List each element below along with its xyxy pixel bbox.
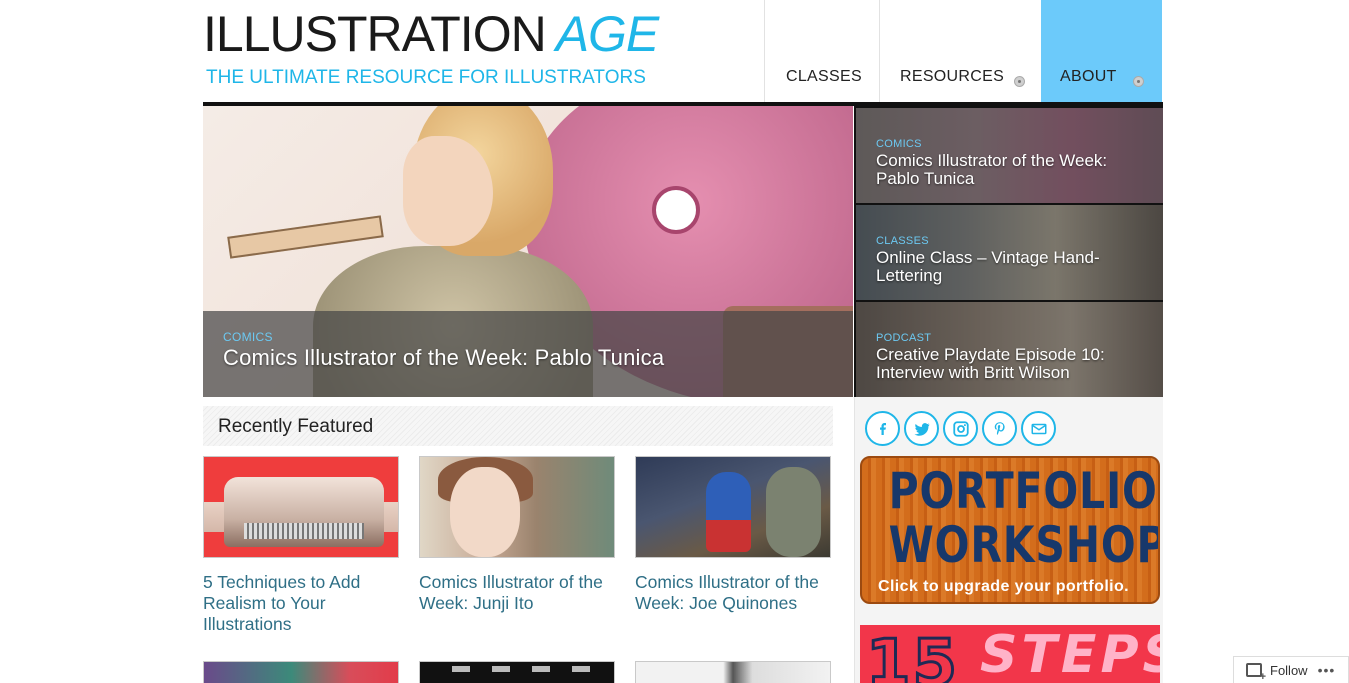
more-options-icon[interactable]: ••• [1318,662,1336,678]
facebook-icon[interactable] [865,411,900,446]
slide-title: Creative Playdate Episode 10: Interview … [876,345,1105,382]
nav-item-classes[interactable]: CLASSES [764,0,879,102]
article-thumbnail[interactable] [635,456,831,558]
social-links [865,411,1056,446]
hero-caption: COMICS Comics Illustrator of the Week: P… [203,311,853,397]
nav-item-resources[interactable]: RESOURCES [879,0,1041,102]
follow-widget[interactable]: Follow ••• [1233,656,1349,683]
recently-featured-heading: Recently Featured [203,406,833,446]
article-title-link[interactable]: 5 Techniques to Add Realism to Your Illu… [203,572,399,635]
article-thumbnail[interactable] [419,456,615,558]
nav-label-about: ABOUT [1060,68,1117,85]
dropdown-indicator-icon [1133,76,1144,87]
article-thumbnail[interactable] [203,661,399,683]
thumbnail-villain-shape [766,467,821,557]
section-title: Recently Featured [218,416,374,437]
dropdown-indicator-icon [1014,76,1025,87]
featured-slide-list: COMICS Comics Illustrator of the Week: P… [854,106,1163,397]
nav-item-about[interactable]: ABOUT [1041,0,1162,102]
ad-word: STEPS [980,625,1160,683]
hero-illustration-eye [652,186,700,234]
thumbnail-face-shape [450,467,520,557]
site-logo[interactable]: ILLUSTRATION AGE [203,6,723,62]
slide-item[interactable]: PODCAST Creative Playdate Episode 10: In… [856,302,1163,397]
slide-category: PODCAST [876,332,932,344]
instagram-icon[interactable] [943,411,978,446]
twitter-icon[interactable] [904,411,939,446]
logo-word-age: AGE [555,6,660,62]
main-nav: CLASSES RESOURCES ABOUT [764,0,1162,102]
article-card[interactable]: Comics Illustrator of the Week: Joe Quin… [635,456,831,614]
slide-category: COMICS [876,138,922,150]
slide-category: CLASSES [876,235,929,247]
hero-feature[interactable]: COMICS Comics Illustrator of the Week: P… [203,106,853,397]
hero-title[interactable]: Comics Illustrator of the Week: Pablo Tu… [223,345,664,371]
article-thumbnail[interactable] [419,661,615,683]
follow-label: Follow [1270,662,1308,678]
thumbnail-grille-shape [244,523,364,539]
ad-line-workshop: WORKSHOP [888,516,1160,574]
ad-number: 15 [864,626,960,683]
site-tagline: THE ULTIMATE RESOURCE FOR ILLUSTRATORS [206,67,646,88]
hero-illustration-face [403,136,493,246]
pinterest-icon[interactable] [982,411,1017,446]
reader-follow-icon [1246,663,1266,683]
nav-label-resources: RESOURCES [900,68,1005,85]
nav-label-classes: CLASSES [786,68,862,85]
thumbnail-lights [430,666,610,672]
article-thumbnail[interactable] [203,456,399,558]
slide-item[interactable]: CLASSES Online Class – Vintage Hand-Lett… [856,205,1163,300]
slide-title: Comics Illustrator of the Week: Pablo Tu… [876,151,1108,188]
email-icon[interactable] [1021,411,1056,446]
hero-category[interactable]: COMICS [223,330,273,344]
ad-line-portfolio: PORTFOLIO [888,462,1158,520]
article-title-link[interactable]: Comics Illustrator of the Week: Junji It… [419,572,615,614]
hero-illustration-phone [227,215,384,259]
thumbnail-superhero-shape [706,472,751,552]
fifteen-steps-ad[interactable]: 15 STEPS [860,625,1160,683]
slide-item[interactable]: COMICS Comics Illustrator of the Week: P… [856,108,1163,203]
article-thumbnail[interactable] [635,661,831,683]
article-card[interactable]: Comics Illustrator of the Week: Junji It… [419,456,615,614]
portfolio-workshop-ad[interactable]: PORTFOLIO WORKSHOP Click to upgrade your… [860,456,1160,604]
page: ILLUSTRATION AGE THE ULTIMATE RESOURCE FO… [0,0,1349,683]
logo-word-illustration: ILLUSTRATION [203,6,547,62]
article-card[interactable]: 5 Techniques to Add Realism to Your Illu… [203,456,399,635]
ad-cta-text: Click to upgrade your portfolio. [878,578,1130,595]
slide-title: Online Class – Vintage Hand-Lettering [876,248,1100,285]
sidebar: PORTFOLIO WORKSHOP Click to upgrade your… [854,397,1163,683]
article-title-link[interactable]: Comics Illustrator of the Week: Joe Quin… [635,572,831,614]
